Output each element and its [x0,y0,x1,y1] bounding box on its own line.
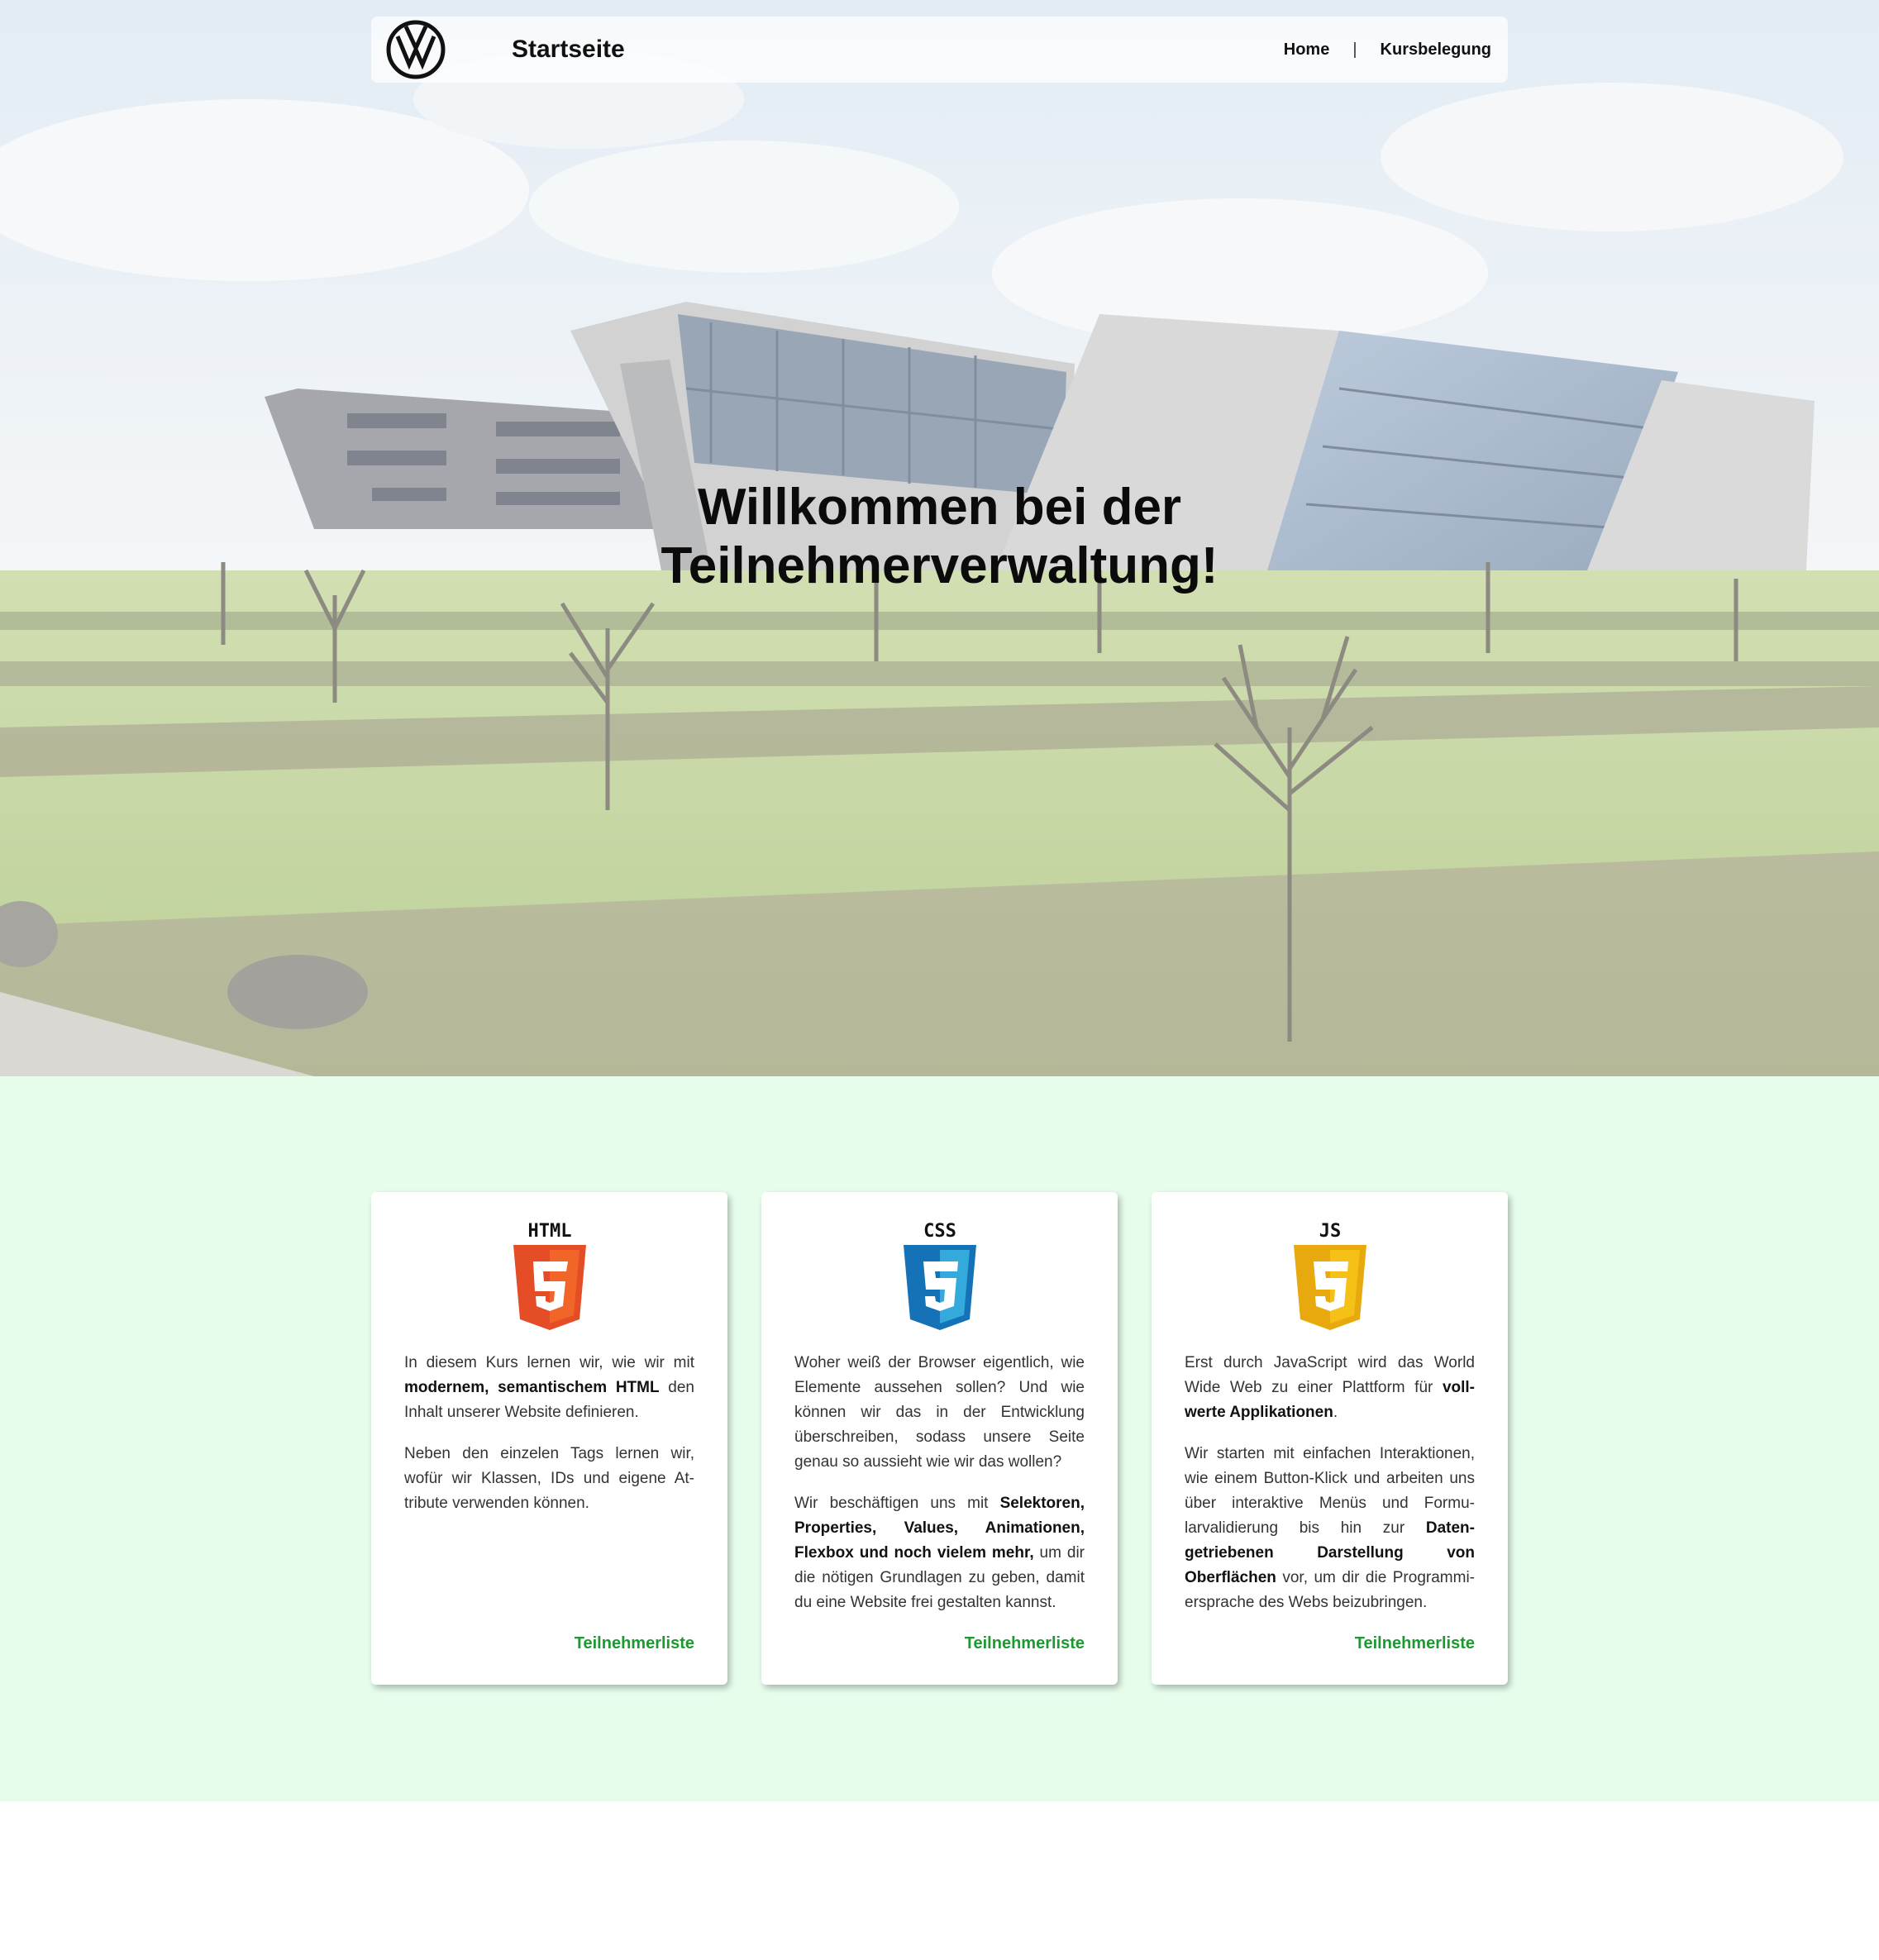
course-card-html: HTML In diesem Kurs lernen wir, wie wir … [371,1192,727,1685]
teilnehmerliste-link[interactable]: Teilnehmerliste [965,1634,1085,1653]
nav-links: Home | Kursbelegung [1284,17,1491,83]
course-card-paragraph-1: Erst durch JavaScript wird das World Wid… [1185,1351,1475,1425]
body-text: Woher weiß der Browser eigentlich, wie E… [794,1354,1085,1471]
body-text: Wir beschäftigen uns mit [794,1495,1000,1512]
course-card-paragraph-2: Neben den einzelen Tags lernen wir, wofü… [404,1442,694,1516]
course-card-text: In diesem Kurs lernen wir, wie wir mit m… [404,1351,694,1533]
course-card-css: CSS Woher weiß der Browser eigentlich, w… [761,1192,1118,1685]
js-icon: JS [1293,1221,1366,1330]
course-card-paragraph-2: Wir beschäftigen uns mit Selektoren, Pro… [794,1491,1085,1615]
course-card-paragraph-1: In diesem Kurs lernen wir, wie wir mit m… [404,1351,694,1425]
navbar: Startseite Home | Kursbelegung [371,17,1508,83]
html5-icon: HTML [513,1221,586,1330]
nav-link-home[interactable]: Home [1284,41,1330,60]
hero-heading: Willkommen bei der Teilnehmerverwaltung! [0,478,1879,595]
body-text: Erst durch JavaScript wird das World Wid… [1185,1354,1475,1396]
html5-icon-label: HTML [527,1221,571,1242]
body-text: In diesem Kurs lernen wir, wie wir mit [404,1354,694,1371]
emphasis-text: modernem, semantischem HTML [404,1379,660,1396]
hero-heading-line-2: Teilnehmerverwaltung! [661,537,1218,594]
course-card-text: Woher weiß der Browser eigentlich, wie E… [794,1351,1085,1632]
vw-logo-icon[interactable] [386,20,446,79]
course-card-paragraph-1: Woher weiß der Browser eigentlich, wie E… [794,1351,1085,1475]
courses-section: HTML In diesem Kurs lernen wir, wie wir … [0,1076,1879,1801]
teilnehmerliste-link[interactable]: Teilnehmerliste [575,1634,694,1653]
course-card-paragraph-2: Wir starten mit einfachen Interaktionen,… [1185,1442,1475,1615]
body-text: . [1333,1404,1338,1421]
css3-icon: CSS [903,1221,976,1330]
js-icon-label: JS [1319,1221,1341,1242]
course-card-text: Erst durch JavaScript wird das World Wid… [1185,1351,1475,1632]
hero-section: Startseite Home | Kursbelegung Willkomme… [0,0,1879,1076]
css3-icon-label: CSS [923,1221,956,1242]
nav-link-kursbelegung[interactable]: Kursbelegung [1381,41,1491,60]
page-title: Startseite [512,36,625,63]
body-text: Neben den einzelen Tags lernen wir, wofü… [404,1445,694,1512]
teilnehmerliste-link[interactable]: Teilnehmerliste [1355,1634,1475,1653]
nav-separator: | [1352,40,1357,59]
hero-heading-line-1: Willkommen bei der [697,479,1182,536]
course-card-js: JS Erst durch JavaScript wird das World … [1152,1192,1508,1685]
